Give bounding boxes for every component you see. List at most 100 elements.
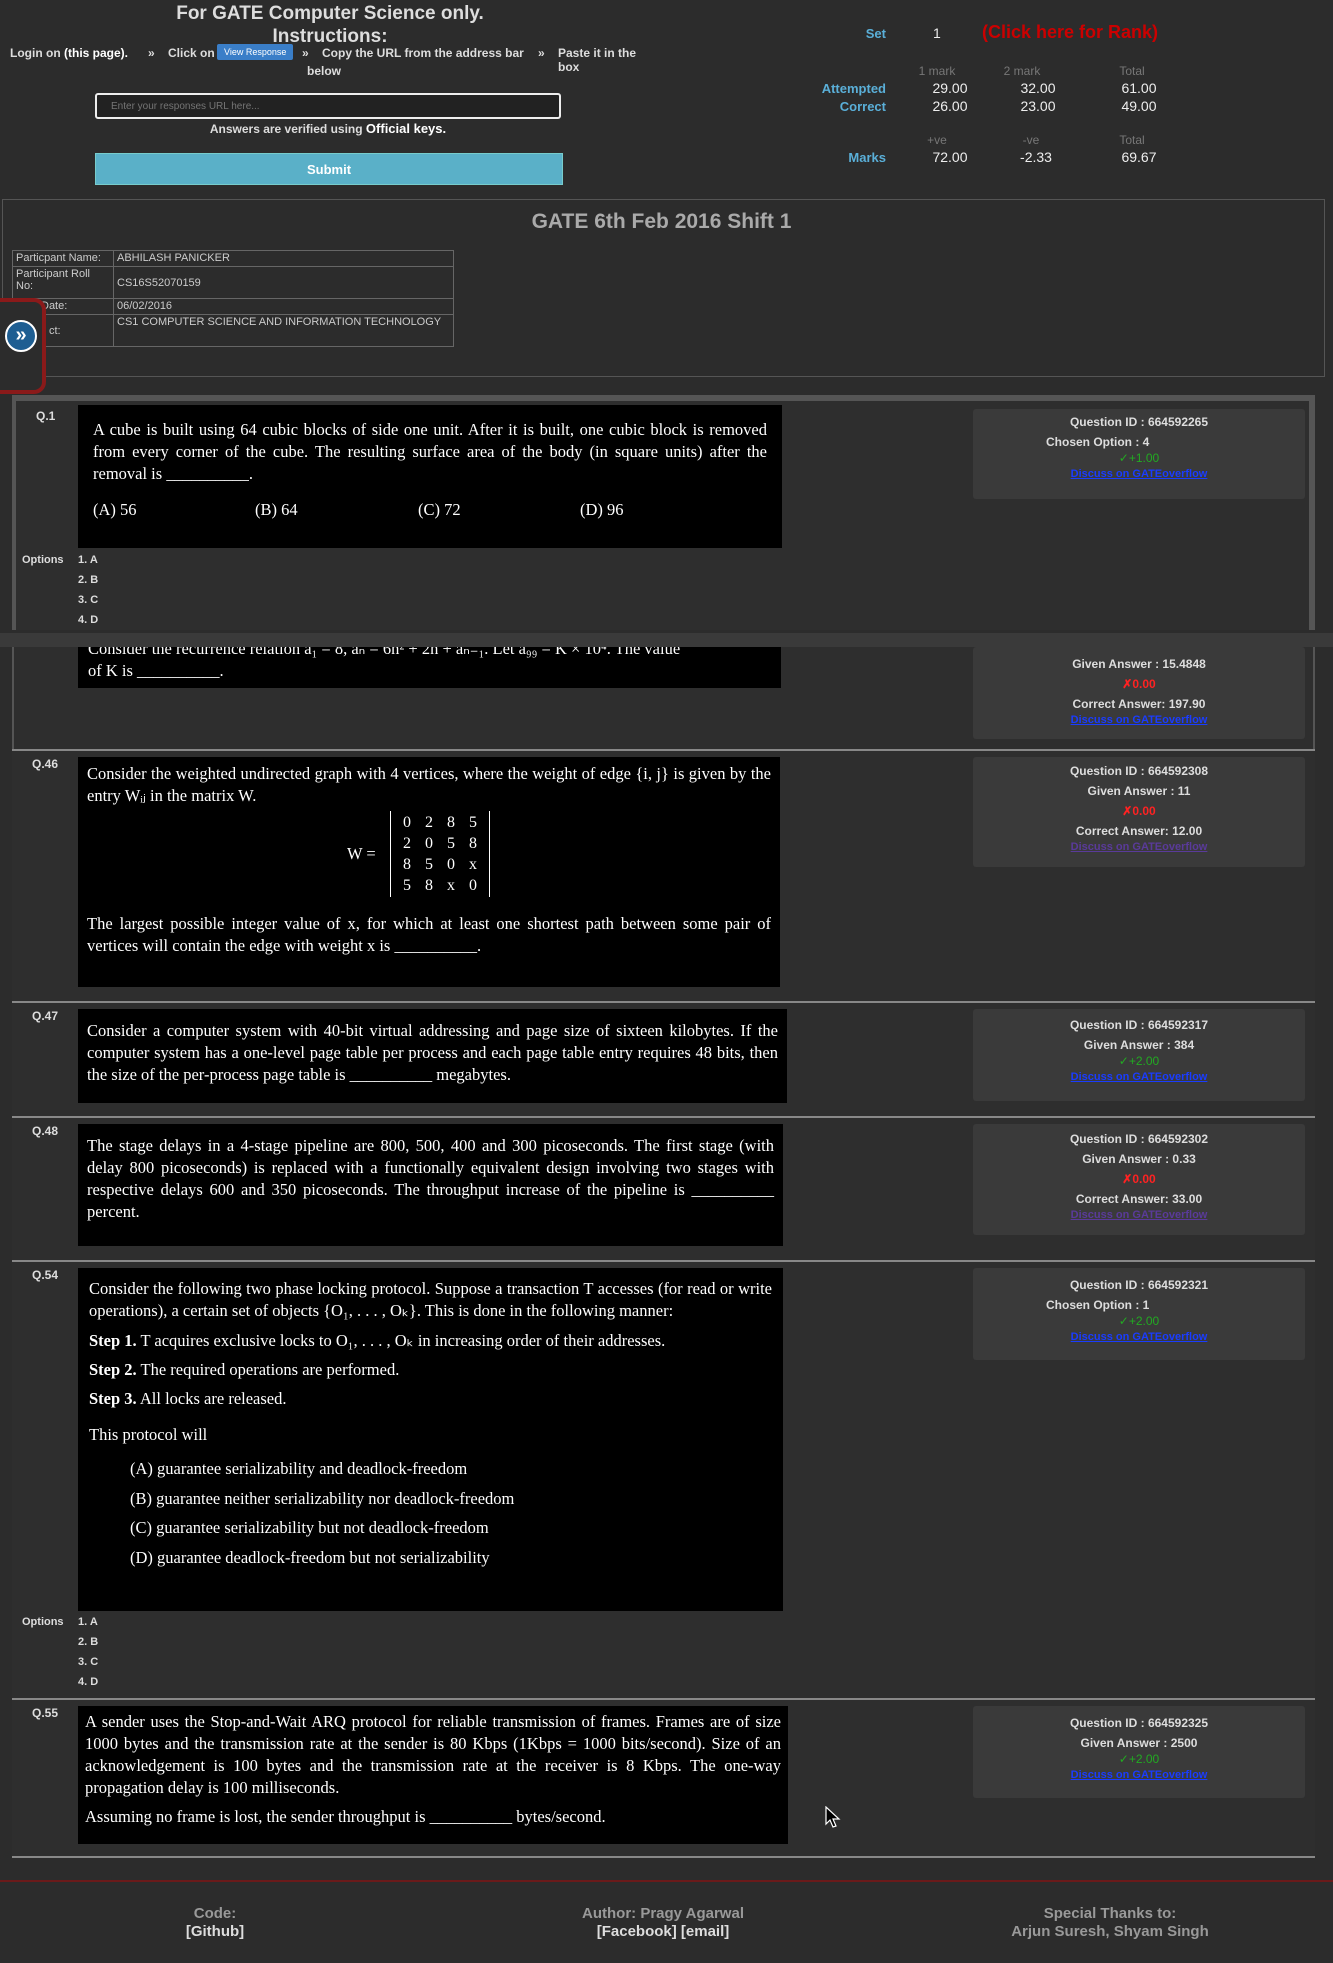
instructions-label: Instructions: [272,26,388,47]
choice-c: (C) 72 [418,500,461,519]
step-copy-url: Copy the URL from the address bar [322,46,524,60]
weight-matrix: W = 0285 2058 850x 58x0 [87,811,771,901]
matrix-cell: 8 [425,877,433,894]
discuss-link[interactable]: Discuss on GATEoverflow [973,464,1305,484]
step-text: All locks are released. [139,1389,287,1408]
step-separator: » [148,46,155,60]
option-list: 1. A 2. B 3. C 4. D [78,550,98,630]
question-number: Q.1 [36,409,56,423]
question-number: Q.54 [32,1268,59,1282]
marks-total: 69.67 [1121,149,1157,165]
choice-b: (B) guarantee neither serializability no… [130,1488,515,1508]
author-links[interactable]: [Facebook] [email] [513,1923,813,1941]
rank-link[interactable]: (Click here for Rank) [982,22,1158,43]
attempted-total: 61.00 [1121,80,1157,96]
github-link[interactable]: [Github] [115,1923,315,1941]
exam-title: GATE 6th Feb 2016 Shift 1 [531,210,792,233]
footer-thanks: Special Thanks to: Arjun Suresh, Shyam S… [960,1905,1260,1941]
choice-d: (D) 96 [580,500,624,519]
col-2-mark: 2 mark [1003,64,1041,78]
col-positive: +ve [927,133,947,147]
participant-table: Particpant Name: ABHILASH PANICKER Partic… [12,250,454,347]
given-answer: Given Answer : 0.33 [1082,1152,1196,1166]
choice-b: (B) 64 [255,500,298,519]
view-response-button[interactable]: View Response [217,44,294,60]
question-id: Question ID : 664592321 [1069,1278,1209,1292]
matrix-cell: 5 [425,856,433,873]
question-text: Consider a computer system with 40-bit v… [87,1021,778,1084]
matrix: 0285 2058 850x 58x0 [390,811,490,897]
question-image: Consider the recurrence relation a₁ = 8,… [78,647,781,688]
footer-author: Author: Pragy Agarwal [Facebook] [email] [513,1905,813,1941]
marks-label: Marks [848,150,886,165]
answer-panel: Question ID : 664592317 Given Answer : 3… [973,1009,1305,1101]
matrix-label: W = [347,844,376,863]
double-chevron-right-icon[interactable]: » [5,320,37,352]
marks-negative: -2.33 [1020,149,1052,165]
step-text: T acquires exclusive locks to O₁, . . . … [140,1331,666,1350]
col-marks-total: Total [1119,133,1145,147]
response-url-input[interactable] [95,93,561,119]
question-id: Question ID : 664592317 [1069,1018,1209,1032]
question-id: Question ID : 664592302 [1069,1132,1209,1146]
option-item: 1. A [78,1616,98,1628]
correct-2mark: 23.00 [1020,98,1056,114]
col-total: Total [1119,64,1145,78]
answer-panel: Question ID : 664592325 Given Answer : 2… [973,1706,1305,1798]
option-item: 3. C [78,594,99,606]
answer-panel: Question ID : 664592308 Given Answer : 1… [973,757,1305,867]
mouse-cursor-icon [825,1806,841,1828]
marks-positive: 72.00 [932,149,968,165]
question-id: Question ID : 664592325 [1069,1716,1209,1730]
matrix-cell: 0 [403,814,411,831]
question-number: Q.47 [32,1009,59,1023]
question-text: of K is __________. [88,661,224,680]
mark-wrong: ✗0.00 [1122,1172,1156,1186]
question-text: A cube is built using 64 cubic blocks of… [93,420,767,483]
matrix-cell: 0 [425,835,433,852]
discuss-link[interactable]: Discuss on GATEoverflow [973,710,1305,730]
step-text: The required operations are performed. [140,1360,400,1379]
participant-name: ABHILASH PANICKER [113,250,454,267]
subject: CS1 COMPUTER SCIENCE AND INFORMATION TEC… [113,314,454,347]
step-login: Login on (this page). [10,46,128,60]
step-label: Step 2. [89,1360,137,1379]
given-answer: Given Answer : 15.4848 [1072,657,1206,671]
discuss-link[interactable]: Discuss on GATEoverflow [973,837,1305,857]
discuss-link[interactable]: Discuss on GATEoverflow [973,1765,1305,1785]
choice-a: (A) 56 [93,500,137,519]
answer-panel: Given Answer : 15.4848 ✗0.00 Correct Ans… [973,647,1305,739]
discuss-link[interactable]: Discuss on GATEoverflow [973,1205,1305,1225]
option-item: 4. D [78,614,99,626]
discuss-link[interactable]: Discuss on GATEoverflow [973,1067,1305,1087]
correct-label: Correct [839,99,886,114]
matrix-cell: x [447,877,455,894]
instructions-header: For GATE Computer Science only. Instruct… [0,2,660,48]
matrix-cell: 0 [447,856,455,873]
footer-code-label: Code: [193,1905,237,1922]
attempted-2mark: 32.00 [1020,80,1056,96]
verified-text: Answers are verified using [209,122,363,136]
attempted-label: Attempted [821,81,886,96]
answer-choices: (A) guarantee serializability and deadlo… [89,1454,772,1572]
question-text: Consider the weighted undirected graph w… [87,764,771,805]
option-item: 2. B [78,574,99,586]
option-item: 3. C [78,1656,99,1668]
answer-panel: Question ID : 664592265 Chosen Option : … [973,409,1305,499]
discuss-link[interactable]: Discuss on GATEoverflow [973,1327,1305,1347]
set-label: Set [865,26,886,41]
step-separator: » [302,46,309,60]
scroll-divider [0,633,1333,647]
options-label: Options [22,1616,64,1628]
option-item: 1. A [78,554,98,566]
mark-wrong: ✗0.00 [1122,677,1156,691]
matrix-cell: 5 [447,835,455,852]
answer-panel: Question ID : 664592302 Given Answer : 0… [973,1124,1305,1235]
footer-divider [0,1880,1333,1882]
step-1: Step 1. T acquires exclusive locks to O₁… [89,1330,772,1352]
this-page-link[interactable]: (this page). [64,46,128,60]
question-text: A sender uses the Stop-and-Wait ARQ prot… [85,1712,781,1797]
choice-d: (D) guarantee deadlock-freedom but not s… [130,1547,490,1567]
step-paste: Paste it in the box [558,46,637,74]
submit-button[interactable]: Submit [95,153,563,185]
